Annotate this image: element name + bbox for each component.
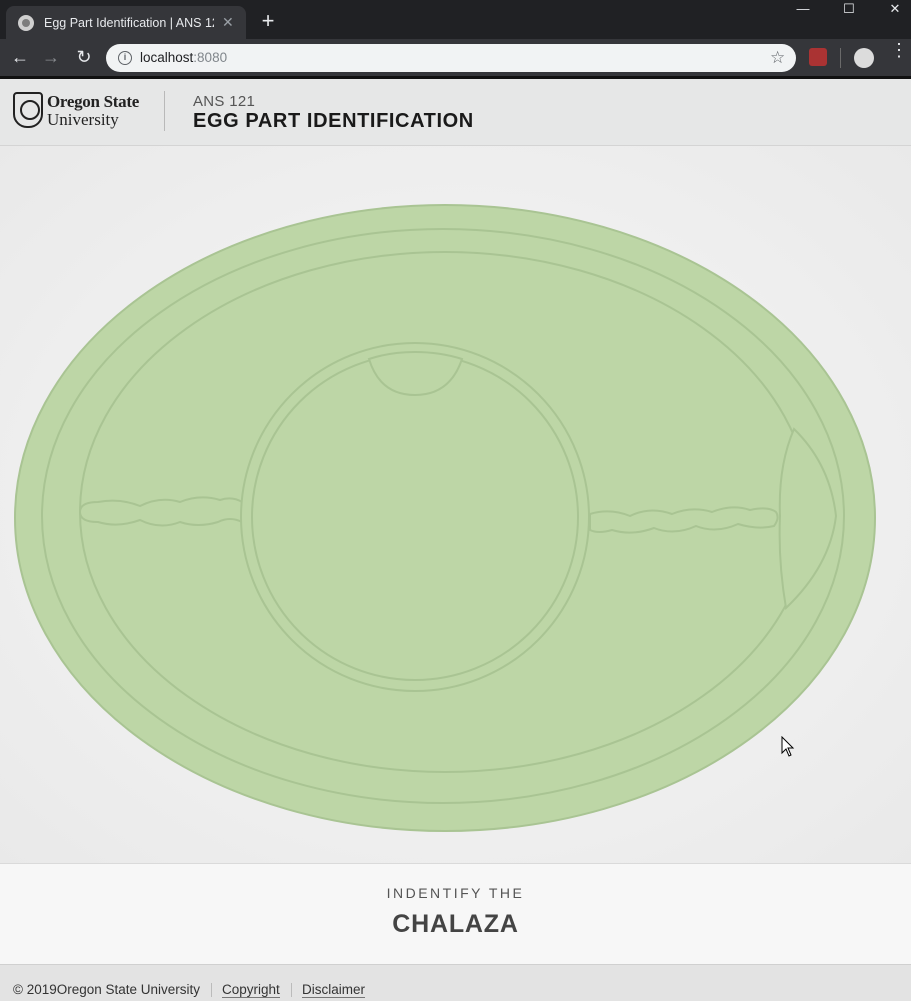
- footer-divider: [291, 983, 292, 997]
- mouse-cursor-icon: [781, 736, 795, 757]
- bookmark-star-icon[interactable]: ☆: [770, 48, 785, 68]
- toolbar-divider: [840, 48, 841, 68]
- disclaimer-link[interactable]: Disclaimer: [302, 982, 366, 998]
- tab-title: Egg Part Identification | ANS 121: [44, 15, 214, 30]
- osu-shield-icon: [13, 92, 43, 128]
- url-port: :8080: [193, 50, 228, 65]
- url-host: localhost: [140, 50, 194, 65]
- site-footer: © 2019Oregon State University Copyright …: [0, 964, 911, 1001]
- diagram-stage: [0, 146, 911, 863]
- site-info-icon[interactable]: i: [118, 51, 132, 65]
- question-panel: INDENTIFY THE CHALAZA: [0, 863, 911, 964]
- browser-menu-icon[interactable]: ⋮: [890, 41, 908, 59]
- back-button[interactable]: ←: [9, 47, 31, 69]
- footer-divider: [211, 983, 212, 997]
- egg-diagram: [14, 204, 876, 832]
- logo-line-2: University: [47, 110, 119, 129]
- minimize-button[interactable]: —: [780, 0, 826, 20]
- url-text[interactable]: localhost:8080: [140, 50, 227, 65]
- extension-icon[interactable]: [809, 48, 827, 66]
- question-label: INDENTIFY THE: [386, 885, 525, 901]
- tab-favicon-icon: [18, 14, 34, 31]
- question-target: CHALAZA: [392, 910, 519, 938]
- forward-button[interactable]: →: [40, 47, 62, 69]
- chalaza-left[interactable]: [78, 496, 243, 527]
- browser-titlebar: Egg Part Identification | ANS 121 ✕ + — …: [0, 0, 911, 39]
- close-window-button[interactable]: ✕: [872, 0, 911, 20]
- osu-logo[interactable]: Oregon State University: [47, 93, 139, 129]
- profile-avatar[interactable]: [854, 48, 874, 68]
- header-divider: [164, 91, 165, 131]
- footer-copyright: © 2019Oregon State University: [13, 982, 201, 997]
- maximize-button[interactable]: ☐: [826, 0, 872, 20]
- site-header: Oregon State University ANS 121 EGG PART…: [0, 79, 911, 146]
- logo-line-1: Oregon State: [47, 92, 139, 111]
- course-code: ANS 121: [193, 93, 256, 110]
- new-tab-button[interactable]: +: [256, 10, 280, 34]
- yolk[interactable]: [251, 353, 579, 681]
- copyright-link[interactable]: Copyright: [222, 982, 280, 998]
- tab-close-icon[interactable]: ✕: [222, 14, 234, 31]
- reload-button[interactable]: ↻: [73, 47, 95, 69]
- browser-tab[interactable]: Egg Part Identification | ANS 121 ✕: [6, 6, 246, 39]
- page-title: EGG PART IDENTIFICATION: [193, 110, 474, 132]
